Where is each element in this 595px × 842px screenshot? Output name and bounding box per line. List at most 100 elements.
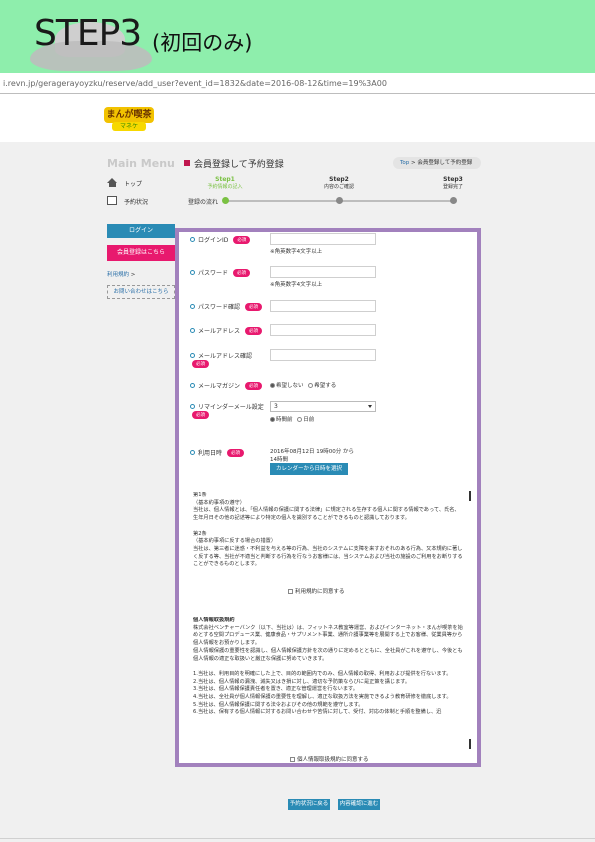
site-logo[interactable]: まんが喫茶 マネケ	[104, 107, 154, 131]
terms-link-label: 利用規約	[107, 272, 130, 278]
password-label: パスワード 必須	[190, 268, 251, 277]
privacy-line: 6.当社は、保有する個人情報に対するお問い合わせや苦情に対して、受付、対応の体制…	[193, 709, 442, 716]
required-badge: 必須	[227, 449, 245, 457]
required-badge: 必須	[192, 411, 209, 419]
required-badge: 必須	[192, 360, 209, 368]
flow-label: 登録の流れ	[188, 199, 219, 206]
date-label-text: 利用日時	[198, 450, 223, 457]
privacy-line: 3.当社は、個人情報保護責任者を置き、適正な管理運営を行ないます。	[193, 686, 358, 693]
chevron-down-icon	[368, 405, 372, 408]
bullet-icon	[190, 353, 195, 358]
reminder-option-days: 日前	[303, 417, 315, 423]
privacy-line	[193, 663, 463, 671]
terms-link[interactable]: 利用規約 >	[107, 270, 135, 278]
password-input[interactable]	[270, 266, 376, 278]
privacy-line: 4.当社は、全社員が個人情報保護の重要性を理解し、適正な取扱方法を実施できるよう…	[193, 694, 452, 701]
contact-button[interactable]: お問い合わせはこちら	[107, 285, 175, 299]
register-button[interactable]: 会員登録はこちら	[107, 245, 175, 261]
reminder-label: リマインダーメール設定	[190, 402, 264, 411]
breadcrumb-top-link[interactable]: Top	[400, 160, 409, 166]
breadcrumb: Top > 会員登録して予約登録	[393, 157, 481, 169]
email-confirm-label-text: メールアドレス確認	[198, 353, 253, 360]
login-id-label: ログインID 必須	[190, 235, 251, 244]
date-value: 2016年08月12日 19時00分 から	[270, 449, 354, 455]
password-confirm-label: パスワード確認 必須	[190, 302, 263, 311]
step-3-desc: 登録完了	[442, 184, 463, 190]
main-menu-title: Main Menu	[107, 157, 175, 170]
confirm-button[interactable]: 内容確認に進む	[338, 799, 380, 810]
required-badge: 必須	[245, 382, 263, 390]
heading-marker-icon	[184, 160, 190, 166]
password-hint: ※角英数字4文字以上	[270, 282, 323, 288]
step-1-dot	[222, 197, 229, 204]
required-badge: 必須	[233, 236, 251, 244]
sidebar-item-reservations[interactable]: 予約状況	[124, 197, 148, 206]
terms-agree-label: 利用規約に同意する	[295, 589, 345, 595]
password-confirm-input[interactable]	[270, 300, 376, 312]
back-button[interactable]: 予約状況に戻る	[288, 799, 330, 810]
bullet-icon	[190, 383, 195, 388]
privacy-line: 株式会社ベンチャーバンク（以下、当社は）は、フィットネス教室等運営、およびインタ…	[193, 624, 463, 647]
step-2-desc: 内容のご確認	[323, 184, 354, 190]
reminder-radio-hours[interactable]	[270, 417, 275, 422]
email-label-text: メールアドレス	[198, 328, 241, 335]
step-3-label: Step3	[443, 176, 463, 183]
step-3-dot	[450, 197, 457, 204]
magazine-option-yes: 希望する	[314, 383, 337, 389]
email-input[interactable]	[270, 324, 376, 336]
bullet-icon	[190, 270, 195, 275]
address-bar[interactable]: i.revn.jp/geragerayoyzku/reserve/add_use…	[0, 74, 595, 94]
calendar-button[interactable]: カレンダーから日時を選択	[270, 463, 348, 475]
terms-textarea[interactable]: 第1条 （基本約事項の遵守） 当社は、個人情報とは、「個人情報の保護に関する法律…	[193, 492, 469, 580]
bullet-icon	[190, 328, 195, 333]
password-label-text: パスワード	[198, 270, 229, 277]
logo-text: まんが喫茶	[104, 107, 154, 123]
terms-scrollbar[interactable]	[469, 491, 471, 501]
terms-line: 当社は、個人情報とは、「個人情報の保護に関する法律」に規定される生存する個人に関…	[193, 507, 460, 522]
bullet-icon	[190, 237, 195, 242]
breadcrumb-separator-icon: >	[411, 160, 416, 166]
step-banner: STEP3 (初回のみ)	[0, 0, 595, 73]
reminder-select[interactable]: 3	[270, 401, 376, 412]
magazine-radio-no[interactable]	[270, 383, 275, 388]
reminder-option-hours: 時間前	[276, 417, 293, 423]
date-label: 利用日時 必須	[190, 448, 245, 457]
privacy-textarea[interactable]: 個人情報取扱規約 株式会社ベンチャーバンク（以下、当社は）は、フィットネス教室等…	[193, 617, 469, 751]
magazine-label: メールマガジン 必須	[190, 381, 263, 390]
login-id-input[interactable]	[270, 233, 376, 245]
login-id-label-text: ログインID	[198, 237, 229, 244]
privacy-agree[interactable]: 個人情報取扱規約に同意する	[290, 755, 369, 763]
privacy-heading: 個人情報取扱規約	[193, 617, 235, 623]
home-icon	[107, 178, 118, 187]
bullet-icon	[190, 304, 195, 309]
privacy-scrollbar[interactable]	[469, 739, 471, 749]
reminder-radio-group: 時間前 日前	[270, 415, 314, 423]
magazine-radio-group: 希望しない 希望する	[270, 381, 336, 389]
logo-subtext: マネケ	[112, 122, 146, 131]
terms-agree-checkbox[interactable]	[288, 589, 293, 594]
login-id-hint: ※角英数字4文字以上	[270, 249, 323, 255]
reminder-radio-days[interactable]	[297, 417, 303, 422]
reminder-label-text: リマインダーメール設定	[198, 404, 264, 411]
password-confirm-label-text: パスワード確認	[198, 304, 241, 311]
terms-line: （基本約事項に反する場合の措置）	[193, 538, 277, 545]
privacy-agree-checkbox[interactable]	[290, 757, 295, 762]
required-badge: 必須	[245, 327, 263, 335]
step-title: STEP3	[34, 13, 142, 54]
email-label: メールアドレス 必須	[190, 326, 263, 335]
page-title: 会員登録して予約登録	[184, 157, 284, 170]
sidebar-item-top[interactable]: トップ	[124, 179, 142, 188]
terms-agree[interactable]: 利用規約に同意する	[288, 587, 345, 595]
terms-line	[193, 523, 463, 531]
step-1: Step1 予約情報の記入	[205, 176, 245, 190]
email-confirm-input[interactable]	[270, 349, 376, 361]
magazine-radio-yes[interactable]	[308, 383, 314, 388]
login-button[interactable]: ログイン	[107, 224, 175, 238]
step-1-desc: 予約情報の記入	[207, 184, 243, 190]
reminder-select-value: 3	[274, 403, 278, 410]
step-2: Step2 内容のご確認	[319, 176, 359, 190]
terms-line: 第1条	[193, 492, 207, 498]
step-3: Step3 登録完了	[433, 176, 473, 190]
chevron-right-icon: >	[129, 272, 136, 278]
date-duration: 14時間	[270, 457, 288, 463]
